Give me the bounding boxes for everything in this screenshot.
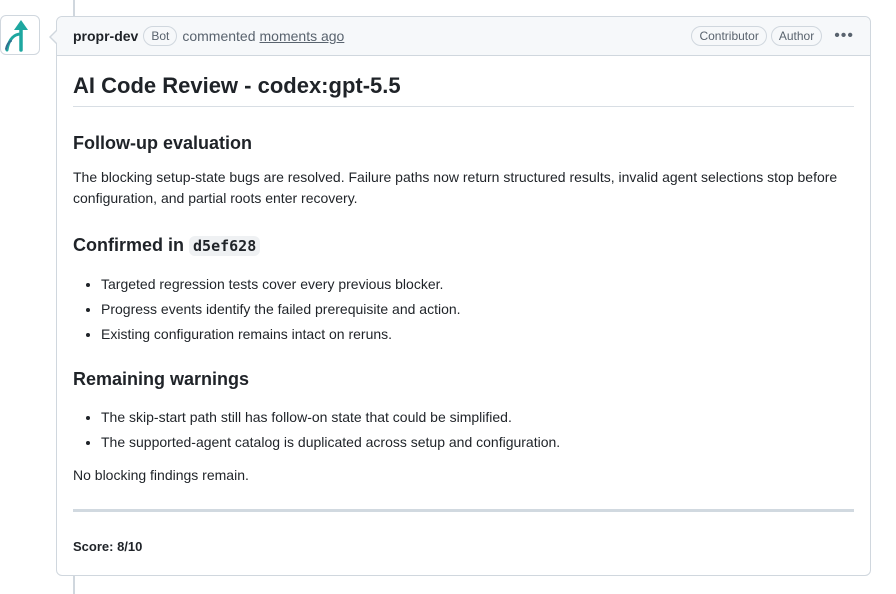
commit-hash: d5ef628 (189, 236, 261, 256)
confirmed-heading-prefix: Confirmed in (73, 235, 184, 255)
propr-logo-icon (5, 20, 28, 52)
conclusion-text: No blocking findings remain. (73, 467, 249, 483)
card-caret-fill (51, 30, 58, 44)
bot-badge: Bot (143, 26, 178, 46)
timestamp-link[interactable]: moments ago (260, 28, 345, 44)
followup-heading: Follow-up evaluation (73, 133, 252, 153)
comment-action: commented (182, 28, 256, 44)
confirmed-list: Targeted regression tests cover every pr… (73, 274, 854, 345)
kebab-horizontal-icon[interactable]: ••• (834, 28, 854, 44)
warnings-list: The skip-start path still has follow-on … (73, 407, 854, 453)
warnings-heading: Remaining warnings (73, 369, 250, 389)
comment-body: AI Code Review - codex:gpt-5.5 Follow-up… (57, 56, 870, 557)
comment-card: propr-dev Bot commented moments ago Cont… (56, 16, 871, 576)
list-item: Progress events identify the failed prer… (101, 299, 854, 320)
followup-text: The blocking setup-state bugs are resolv… (73, 169, 838, 206)
confirmed-heading: Confirmed in d5ef628 (73, 233, 854, 258)
author-avatar[interactable] (0, 15, 40, 55)
list-item: The supported-agent catalog is duplicate… (101, 432, 854, 453)
contributor-badge: Contributor (691, 26, 767, 46)
review-title: AI Code Review - codex:gpt-5.5 (73, 72, 854, 107)
list-item: Existing configuration remains intact on… (101, 324, 854, 345)
author-badge: Author (770, 26, 823, 46)
score-text: Score: 8/10 (73, 539, 143, 554)
list-item: Targeted regression tests cover every pr… (101, 274, 854, 295)
divider (73, 509, 854, 512)
list-item: The skip-start path still has follow-on … (101, 407, 854, 428)
comment-header: propr-dev Bot commented moments ago Cont… (57, 17, 870, 56)
author-link[interactable]: propr-dev (73, 28, 138, 44)
